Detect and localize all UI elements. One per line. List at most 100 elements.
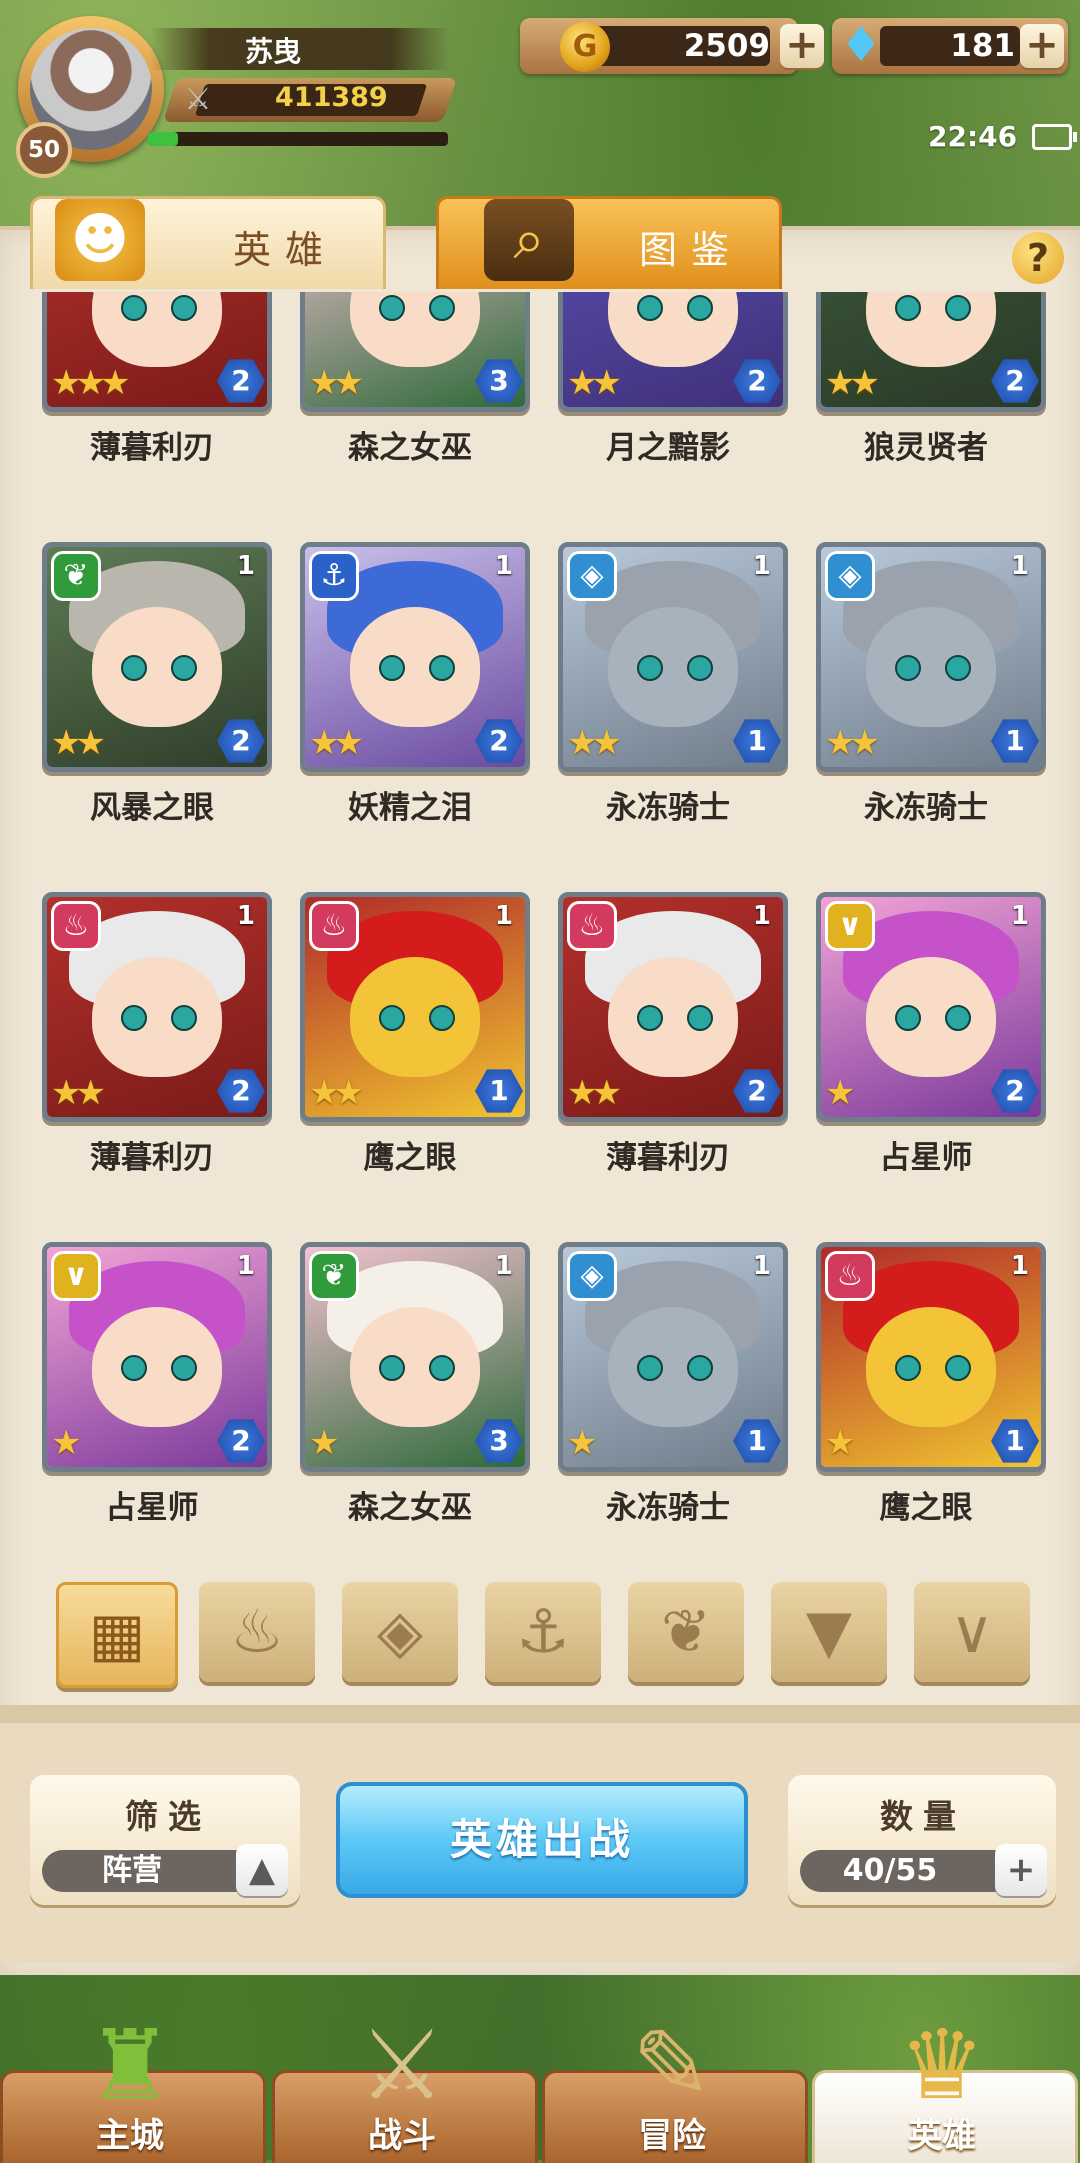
star-rating: ★★ — [309, 723, 364, 763]
grid-filter-button[interactable]: ▦ — [56, 1582, 178, 1688]
power-value: 411389 — [275, 82, 388, 113]
hero-card[interactable]: ❦ 1 ★★ 2 — [42, 542, 272, 772]
hero-face — [866, 1307, 996, 1427]
hero-name: 森之女巫 — [348, 430, 472, 466]
hero-card[interactable]: ★★★ 2 — [42, 292, 272, 412]
hero-eye — [687, 1355, 713, 1381]
add-gems-button[interactable]: + — [1020, 24, 1064, 68]
anchor-faction-icon: ⚓ — [516, 1597, 570, 1667]
hero-eye — [379, 1355, 405, 1381]
fire-element-icon: ♨ — [309, 901, 359, 951]
hero-eye — [171, 1355, 197, 1381]
hero-eye — [121, 1355, 147, 1381]
star-rating: ★★ — [309, 363, 364, 403]
hero-card[interactable]: ❦ 1 ★ 3 — [300, 1242, 530, 1472]
hero-rank: 1 — [494, 901, 513, 931]
hero-card[interactable]: ◈ 1 ★★ 1 — [558, 542, 788, 772]
hero-name: 占星师 — [105, 1490, 199, 1522]
filter-dropdown-button[interactable]: ▲ — [236, 1844, 288, 1896]
deploy-heroes-button[interactable]: 英雄出战 — [336, 1782, 748, 1898]
add-gold-button[interactable]: + — [780, 24, 824, 68]
hero-rank: 1 — [236, 901, 255, 931]
hero-face — [866, 957, 996, 1077]
battery-icon — [1032, 124, 1077, 150]
star-rating: ★ — [51, 1423, 82, 1463]
add-slot-button[interactable]: + — [995, 1844, 1047, 1896]
hero-eye — [945, 1005, 971, 1031]
light-element-icon: ∨ — [51, 1251, 101, 1301]
hero-eye — [379, 295, 405, 321]
tab-codex[interactable]: ⌕ 图鉴 — [436, 196, 782, 289]
star-rating: ★ — [825, 1423, 856, 1463]
gold-value: 2509 — [683, 28, 770, 64]
hero-card[interactable]: ♨ 1 ★ 1 — [816, 1242, 1046, 1472]
hero-name: 薄暮利刃 — [90, 430, 214, 466]
hero-eye — [429, 1355, 455, 1381]
hero-eye — [379, 1005, 405, 1031]
hero-card[interactable]: ★★ 2 — [816, 292, 1046, 412]
hero-face — [350, 957, 480, 1077]
hero-rank: 1 — [752, 1251, 771, 1281]
hero-card[interactable]: ∨ 1 ★ 2 — [42, 1242, 272, 1472]
star-rating: ★★ — [567, 1073, 622, 1113]
crossed-swords-icon: ⚔ — [184, 82, 212, 117]
hero-name: 鹰之眼 — [363, 1140, 457, 1176]
hero-card[interactable]: ⚓ 1 ★★ 2 — [300, 542, 530, 772]
hero-card[interactable]: ★★ 3 — [300, 292, 530, 412]
hero-rank: 1 — [1010, 901, 1029, 931]
hero-name: 永冻骑士 — [606, 790, 730, 826]
hero-eye — [171, 655, 197, 681]
clock: 22:46 — [928, 120, 1018, 153]
hero-card[interactable]: ★★ 2 — [558, 292, 788, 412]
anchor-element-icon: ⚓ — [309, 551, 359, 601]
hero-eye — [637, 1355, 663, 1381]
star-rating: ★★ — [825, 723, 880, 763]
hero-card[interactable]: ∨ 1 ★ 2 — [816, 892, 1046, 1122]
hero-eye — [171, 295, 197, 321]
hero-eye — [121, 655, 147, 681]
star-rating: ★★★ — [51, 363, 130, 403]
hero-face — [92, 607, 222, 727]
hero-card[interactable]: ♨ 1 ★★ 2 — [558, 892, 788, 1122]
tab-heroes[interactable]: ☻ 英雄 — [30, 196, 386, 289]
light-faction-filter-button[interactable]: ∨ — [914, 1582, 1030, 1682]
light-element-icon: ∨ — [825, 901, 875, 951]
hero-grid[interactable]: ★★★ 2 薄暮利刃 ★★ 3 森之女巫 ★★ 2 月之黯影 ★★ 2 狼灵贤者 ❦ — [0, 292, 1080, 1522]
hero-face — [92, 1307, 222, 1427]
hero-face — [866, 607, 996, 727]
filter-value: 阵营 — [102, 1853, 162, 1888]
hero-name: 占星师 — [879, 1140, 973, 1176]
hero-eye — [945, 1355, 971, 1381]
hero-card[interactable]: ♨ 1 ★★ 1 — [300, 892, 530, 1122]
help-button[interactable]: ? — [1012, 232, 1064, 284]
hero-rank: 1 — [236, 1251, 255, 1281]
forest-faction-icon: ❦ — [660, 1597, 712, 1667]
hero-card[interactable]: ◈ 1 ★★ 1 — [816, 542, 1046, 772]
light-faction-icon: ∨ — [950, 1597, 994, 1667]
hero-card[interactable]: ◈ 1 ★ 1 — [558, 1242, 788, 1472]
forest-faction-filter-button[interactable]: ❦ — [628, 1582, 744, 1682]
hero-rank: 1 — [1010, 551, 1029, 581]
level-badge: 50 — [16, 122, 72, 178]
divider — [0, 1705, 1080, 1723]
hero-face — [350, 1307, 480, 1427]
player-name: 苏曳 — [245, 35, 302, 68]
filter-label: 筛选 — [125, 1797, 211, 1836]
hero-eye — [171, 1005, 197, 1031]
ice-faction-filter-button[interactable]: ◈ — [342, 1582, 458, 1682]
tab-codex-label: 图鉴 — [639, 228, 744, 272]
nav-label: 英雄 — [908, 2116, 976, 2156]
hero-card[interactable]: ♨ 1 ★★ 2 — [42, 892, 272, 1122]
shadow-faction-filter-button[interactable]: ▼ — [771, 1582, 887, 1682]
anchor-faction-filter-button[interactable]: ⚓ — [485, 1582, 601, 1682]
fire-element-icon: ♨ — [825, 1251, 875, 1301]
count-value: 40/55 — [842, 1853, 938, 1888]
star-rating: ★★ — [309, 1073, 364, 1113]
star-rating: ★★ — [51, 723, 106, 763]
hero-eye — [429, 655, 455, 681]
gem-value: 181 — [950, 28, 1015, 64]
hero-name: 鹰之眼 — [879, 1490, 973, 1522]
fire-faction-filter-button[interactable]: ♨ — [199, 1582, 315, 1682]
exp-fill — [148, 132, 178, 146]
hero-face — [350, 607, 480, 727]
